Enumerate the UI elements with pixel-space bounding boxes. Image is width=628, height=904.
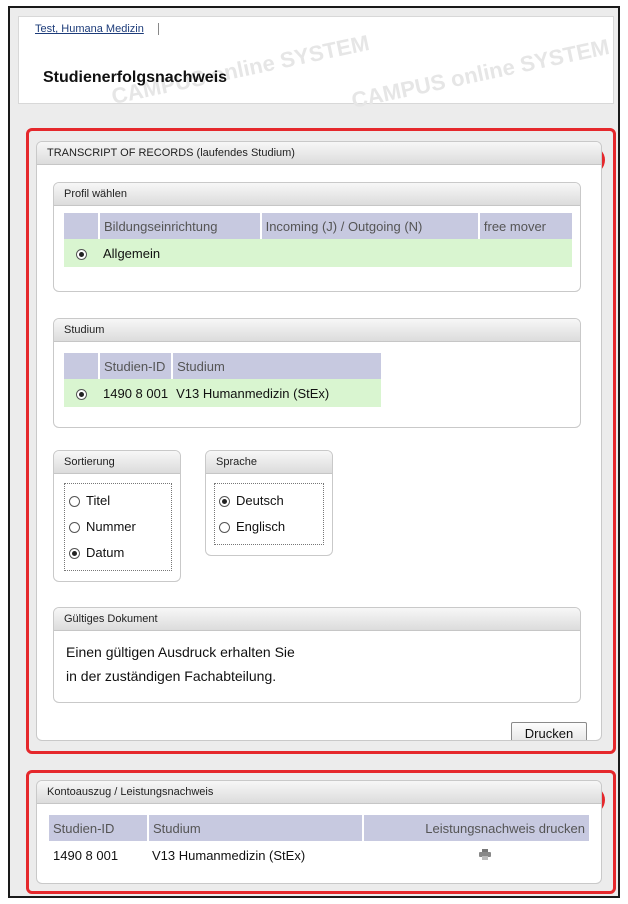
sprache-panel: Sprache Deutsch Englisch [205, 450, 333, 556]
column-header: Studium [172, 353, 382, 379]
lang-option-deutsch[interactable]: Deutsch [219, 488, 319, 514]
profil-row-allgemein[interactable]: Allgemein [64, 239, 572, 267]
sortierung-options: Titel Nummer Datum [64, 483, 172, 571]
sort-option-titel[interactable]: Titel [69, 488, 167, 514]
gueltig-panel-title: Gültiges Dokument [54, 608, 580, 631]
transcript-panel-title: TRANSCRIPT OF RECORDS (laufendes Studium… [37, 142, 601, 165]
column-header: Bildungseinrichtung [99, 213, 262, 239]
konto-panel-title: Kontoauszug / Leistungsnachweis [37, 781, 601, 804]
gueltig-panel: Gültiges Dokument Einen gültigen Ausdruc… [53, 607, 581, 703]
profil-table: Bildungseinrichtung Incoming (J) / Outgo… [64, 213, 572, 267]
column-header: Leistungsnachweis drucken [363, 815, 589, 841]
sortierung-panel: Sortierung Titel Nummer Datum [53, 450, 181, 582]
transcript-panel: TRANSCRIPT OF RECORDS (laufendes Studium… [36, 141, 602, 741]
profil-row-label: Allgemein [99, 239, 572, 267]
radio-button[interactable] [69, 522, 80, 534]
sort-option-datum[interactable]: Datum [69, 540, 167, 566]
konto-panel: Kontoauszug / Leistungsnachweis Studien-… [36, 780, 602, 884]
studium-row[interactable]: 1490 8 001 V13 Humanmedizin (StEx) [64, 379, 382, 407]
sortierung-panel-title: Sortierung [54, 451, 180, 474]
studium-panel: Studium Studien-ID Studium 1490 8 001 V1… [53, 318, 581, 428]
studium-table-header: Studien-ID Studium [64, 353, 382, 379]
header: CAMPUS online SYSTEM CAMPUS online SYSTE… [18, 16, 614, 113]
gueltig-text: Einen gültigen Ausdruck erhalten Sie in … [66, 644, 295, 684]
sprache-panel-title: Sprache [206, 451, 332, 474]
konto-table: Studien-ID Studium Leistungsnachweis dru… [49, 815, 589, 869]
breadcrumb-link[interactable]: Test, Humana Medizin [35, 23, 159, 35]
column-header: Studium [148, 815, 364, 841]
radio-button[interactable] [69, 548, 80, 560]
studium-name: V13 Humanmedizin (StEx) [172, 379, 382, 407]
studium-panel-title: Studium [54, 319, 580, 342]
konto-name: V13 Humanmedizin (StEx) [152, 847, 306, 863]
studium-id: 1490 8 001 [99, 379, 173, 407]
radio-button[interactable] [219, 522, 230, 534]
studium-radio[interactable] [76, 388, 87, 400]
radio-button[interactable] [219, 496, 230, 508]
profil-radio[interactable] [76, 248, 87, 260]
column-header: Incoming (J) / Outgoing (N) [260, 213, 480, 239]
drucken-button[interactable]: Drucken [511, 722, 587, 740]
konto-row: 1490 8 001 V13 Humanmedizin (StEx) [49, 841, 589, 869]
printer-icon[interactable] [479, 848, 491, 863]
column-header: Studien-ID [99, 353, 174, 379]
konto-table-header: Studien-ID Studium Leistungsnachweis dru… [49, 815, 589, 841]
column-header: Studien-ID [49, 815, 149, 841]
page-frame: CAMPUS online SYSTEM CAMPUS online SYSTE… [8, 6, 620, 898]
column-header: free mover [478, 213, 572, 239]
sprache-options: Deutsch Englisch [214, 483, 324, 545]
radio-button[interactable] [69, 496, 80, 508]
konto-id: 1490 8 001 [53, 847, 119, 863]
profil-panel: Profil wählen Bildungseinrichtung Incomi… [53, 182, 581, 292]
watermark: CAMPUS online SYSTEM [349, 33, 612, 114]
sort-option-nummer[interactable]: Nummer [69, 514, 167, 540]
page-title: Studienerfolgsnachweis [43, 69, 228, 86]
lang-option-englisch[interactable]: Englisch [219, 514, 319, 540]
profil-panel-title: Profil wählen [54, 183, 580, 206]
studium-table: Studien-ID Studium 1490 8 001 V13 Humanm… [64, 353, 382, 407]
profil-table-header: Bildungseinrichtung Incoming (J) / Outgo… [64, 213, 572, 239]
